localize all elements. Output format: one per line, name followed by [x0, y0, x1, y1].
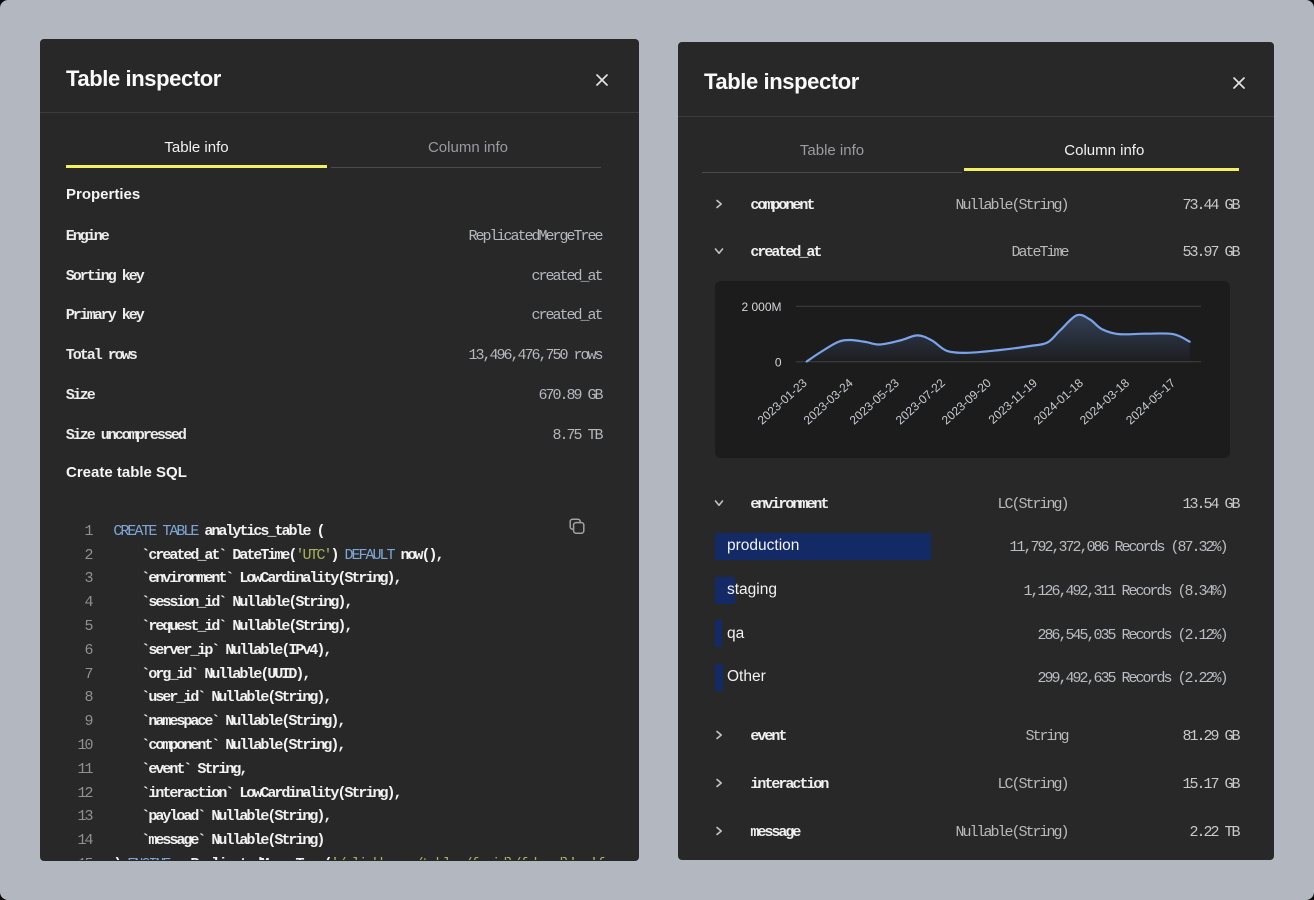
svg-text:0: 0 [775, 355, 782, 369]
svg-text:2023-03-24: 2023-03-24 [801, 375, 856, 427]
svg-text:2023-01-23: 2023-01-23 [755, 375, 810, 427]
svg-text:2024-01-18: 2024-01-18 [1031, 375, 1086, 427]
svg-text:2 000M: 2 000M [741, 300, 781, 314]
svg-text:2023-05-23: 2023-05-23 [847, 375, 902, 427]
svg-text:2024-05-17: 2024-05-17 [1123, 375, 1178, 427]
svg-text:2023-09-20: 2023-09-20 [939, 375, 994, 427]
svg-text:2024-03-18: 2024-03-18 [1077, 375, 1132, 427]
svg-text:2023-07-22: 2023-07-22 [893, 375, 948, 427]
